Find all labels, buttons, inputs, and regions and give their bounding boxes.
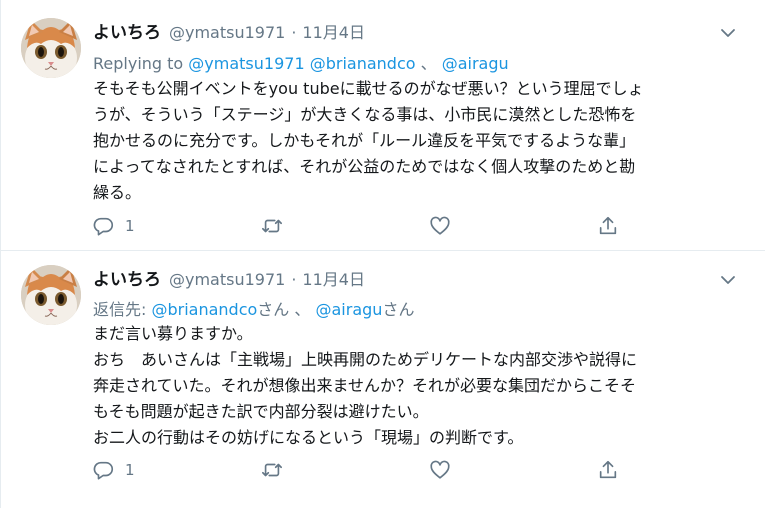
- tweet-text-line: まだ言い募りますか。: [93, 324, 253, 343]
- mention-separator: 、: [289, 300, 316, 319]
- retweet-button[interactable]: [261, 459, 283, 481]
- retweet-button[interactable]: [261, 215, 283, 237]
- share-button[interactable]: [597, 215, 619, 237]
- reply-button[interactable]: 1: [93, 215, 135, 237]
- tweet-date[interactable]: 11月4日: [302, 266, 365, 290]
- separator-dot: ·: [291, 23, 297, 42]
- tweet-text-line: 奔走されていた。それが想像出来ませんか？それが必要な集団だからこそそ: [93, 376, 637, 395]
- chevron-down-icon[interactable]: [719, 271, 737, 289]
- mention-link[interactable]: @airagu: [316, 300, 383, 319]
- reply-context: Replying to @ymatsu1971 @brianandco 、 @a…: [93, 50, 509, 74]
- mention-separator: 、: [415, 54, 442, 73]
- tweet-text-line: お二人の行動はその妨げになるという「現場」の判断です。: [93, 428, 524, 447]
- reply-prefix: 返信先:: [93, 300, 152, 319]
- tweet-header: よいちろ @ymatsu1971 · 11月4日: [93, 18, 365, 43]
- share-icon: [599, 460, 617, 479]
- share-icon: [599, 216, 617, 235]
- reply-icon: [93, 217, 114, 236]
- reply-button[interactable]: 1: [93, 459, 135, 481]
- tweet-date[interactable]: 11月4日: [302, 19, 365, 43]
- timeline: よいちろ @ymatsu1971 · 11月4日 Replying to @ym…: [0, 0, 765, 508]
- separator-dot: ·: [291, 270, 297, 289]
- tweet-text-line: うが、そういう「ステージ」が大きくなる事は、小市民に漠然とした恐怖を: [93, 105, 637, 124]
- retweet-icon: [262, 463, 282, 477]
- reply-icon: [93, 461, 114, 480]
- display-name[interactable]: よいちろ: [93, 18, 161, 43]
- tweet-text-line: によってなされたとすれば、それが公益のためではなく個人攻撃のためと勘: [93, 157, 636, 176]
- user-handle[interactable]: @ymatsu1971: [169, 23, 285, 42]
- mention-suffix: さん: [257, 300, 290, 319]
- tweet-text-line: 抱かせるのに充分です。しかもそれが「ルール違反を平気でするような輩」: [93, 131, 636, 150]
- tweet-text: まだ言い募りますか。 おち あいさんは「主戦場」上映再開のためデリケートな内部交…: [93, 321, 743, 451]
- avatar[interactable]: [21, 18, 81, 78]
- tweet-text-line: 繰る。: [93, 183, 142, 202]
- tweet-text-line: おち あいさんは「主戦場」上映再開のためデリケートな内部交渉や説得に: [93, 350, 638, 369]
- mention-suffix: さん: [382, 300, 415, 319]
- mention-link[interactable]: @airagu: [442, 54, 509, 73]
- mention-link[interactable]: @ymatsu1971: [188, 54, 304, 73]
- retweet-icon: [262, 219, 282, 233]
- tweet[interactable]: よいちろ @ymatsu1971 · 11月4日 返信先: @brianandc…: [1, 251, 765, 508]
- mention-link[interactable]: @brianandco: [310, 54, 416, 73]
- reply-prefix: Replying to: [93, 54, 189, 73]
- like-button[interactable]: [429, 459, 451, 481]
- user-handle[interactable]: @ymatsu1971: [169, 270, 285, 289]
- like-icon: [430, 460, 450, 479]
- tweet-text-line: そもそも公開イベントをyou tubeに載せるのがなぜ悪い？という理屈でしょ: [93, 79, 644, 98]
- like-button[interactable]: [429, 215, 451, 237]
- chevron-down-icon[interactable]: [719, 24, 737, 42]
- share-button[interactable]: [597, 459, 619, 481]
- display-name[interactable]: よいちろ: [93, 265, 161, 290]
- tweet-header: よいちろ @ymatsu1971 · 11月4日: [93, 265, 365, 290]
- reply-count: 1: [125, 217, 135, 235]
- mention-link[interactable]: @brianandco: [151, 300, 257, 319]
- reply-context: 返信先: @brianandcoさん 、 @airaguさん: [93, 296, 414, 320]
- tweet-text: そもそも公開イベントをyou tubeに載せるのがなぜ悪い？という理屈でしょ う…: [93, 76, 743, 206]
- reply-count: 1: [125, 461, 135, 479]
- tweet-actions: 1: [93, 459, 633, 483]
- avatar[interactable]: [21, 265, 81, 325]
- tweet-text-line: もそも問題が起きた訳で内部分裂は避けたい。: [93, 402, 429, 421]
- tweet[interactable]: よいちろ @ymatsu1971 · 11月4日 Replying to @ym…: [1, 0, 765, 251]
- tweet-actions: 1: [93, 215, 633, 239]
- like-icon: [430, 216, 450, 235]
